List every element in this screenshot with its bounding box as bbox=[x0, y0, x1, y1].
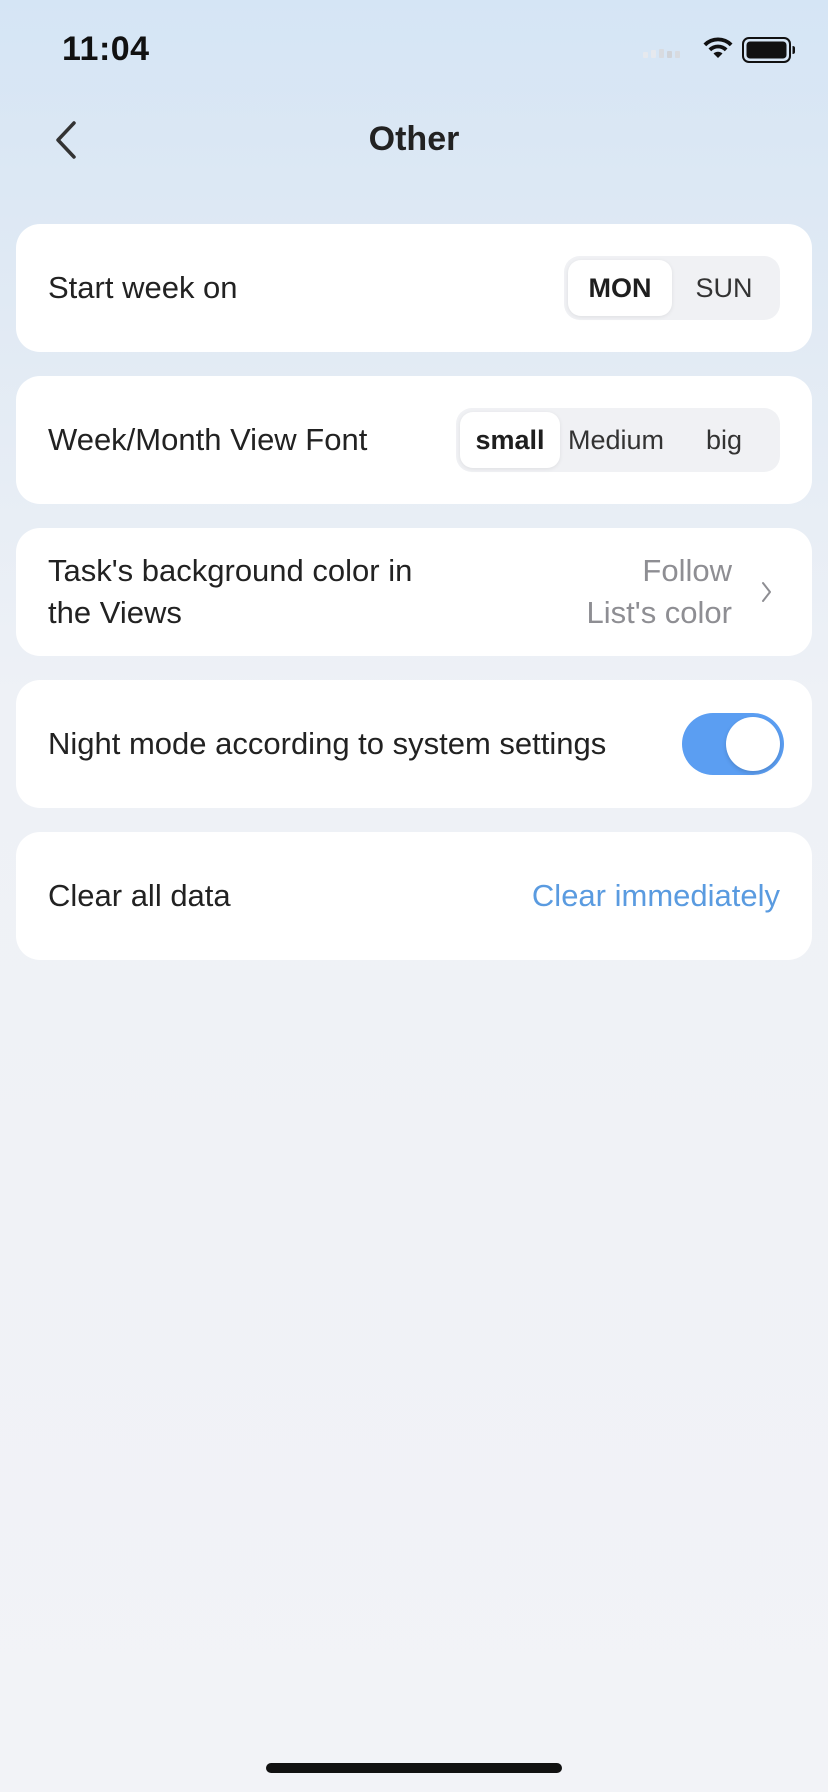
view-font-label: Week/Month View Font bbox=[48, 422, 368, 457]
clear-data-card: Clear all data Clear immediately bbox=[16, 832, 812, 960]
start-week-card: Start week on MON SUN bbox=[16, 224, 812, 352]
task-bg-color-value-line1: Follow bbox=[642, 553, 732, 588]
signal-icon bbox=[643, 49, 680, 58]
task-bg-color-label: Task's background color in the Views bbox=[48, 550, 412, 634]
night-mode-card: Night mode according to system settings bbox=[16, 680, 812, 808]
start-week-segmented-control: MON SUN bbox=[564, 256, 780, 320]
page-title: Other bbox=[368, 120, 460, 158]
segment-small[interactable]: small bbox=[460, 412, 560, 468]
segment-mon[interactable]: MON bbox=[568, 260, 672, 316]
task-bg-color-label-line1: Task's background color in bbox=[48, 553, 413, 588]
view-font-segmented-control: small Medium big bbox=[456, 408, 780, 472]
task-bg-color-card[interactable]: Task's background color in the Views Fol… bbox=[16, 528, 812, 656]
battery-icon bbox=[742, 37, 795, 63]
home-indicator bbox=[266, 1763, 562, 1773]
chevron-right-icon[interactable] bbox=[760, 580, 772, 604]
status-bar: 11:04 bbox=[0, 0, 828, 100]
night-mode-label: Night mode according to system settings bbox=[48, 726, 607, 761]
segment-big[interactable]: big bbox=[672, 412, 776, 468]
clear-data-label: Clear all data bbox=[48, 878, 231, 913]
status-time: 11:04 bbox=[62, 30, 150, 68]
nav-bar: Other bbox=[0, 100, 828, 180]
wifi-icon bbox=[703, 37, 733, 58]
night-mode-toggle[interactable] bbox=[682, 713, 784, 775]
segment-sun[interactable]: SUN bbox=[672, 260, 776, 316]
toggle-knob bbox=[726, 717, 780, 771]
clear-immediately-button[interactable]: Clear immediately bbox=[532, 878, 780, 914]
task-bg-color-value-line2: List's color bbox=[586, 595, 732, 630]
start-week-label: Start week on bbox=[48, 270, 238, 305]
segment-medium[interactable]: Medium bbox=[560, 412, 672, 468]
task-bg-color-label-line2: the Views bbox=[48, 595, 182, 630]
task-bg-color-value: Follow List's color bbox=[587, 550, 732, 634]
view-font-card: Week/Month View Font small Medium big bbox=[16, 376, 812, 504]
